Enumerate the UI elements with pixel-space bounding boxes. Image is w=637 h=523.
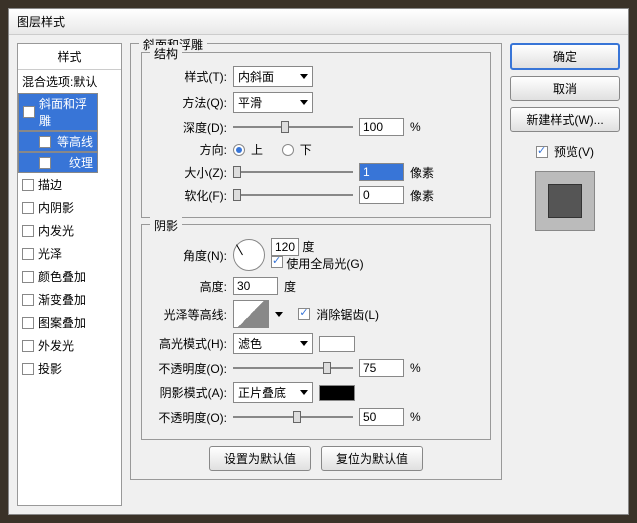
- checkbox-icon[interactable]: [22, 340, 34, 352]
- global-light-checkbox[interactable]: [271, 256, 283, 268]
- checkbox-icon[interactable]: [22, 271, 34, 283]
- style-drop-shadow[interactable]: 投影: [18, 357, 121, 380]
- styles-sidebar: 样式 混合选项:默认 斜面和浮雕 等高线 纹理 描边 内阴影 内发光 光泽 颜色…: [17, 43, 122, 506]
- checkbox-icon[interactable]: [22, 294, 34, 306]
- style-outer-glow[interactable]: 外发光: [18, 334, 121, 357]
- antialias-checkbox[interactable]: [298, 308, 310, 320]
- checkbox-icon[interactable]: [22, 202, 34, 214]
- bevel-panel: 斜面和浮雕 结构 样式(T):内斜面 方法(Q):平滑 深度(D):100% 方…: [130, 43, 502, 480]
- checkbox-icon[interactable]: [39, 157, 51, 169]
- chevron-down-icon[interactable]: [275, 312, 283, 317]
- highlight-opacity-input[interactable]: 75: [359, 359, 404, 377]
- style-contour[interactable]: 等高线: [18, 131, 98, 152]
- checkbox-icon[interactable]: [22, 179, 34, 191]
- make-default-button[interactable]: 设置为默认值: [209, 446, 311, 471]
- style-texture[interactable]: 纹理: [18, 152, 98, 173]
- style-pattern-overlay[interactable]: 图案叠加: [18, 311, 121, 334]
- dialog-title: 图层样式: [9, 9, 628, 35]
- chevron-down-icon: [300, 341, 308, 346]
- reset-default-button[interactable]: 复位为默认值: [321, 446, 423, 471]
- highlight-opacity-slider[interactable]: [233, 360, 353, 376]
- shadow-opacity-slider[interactable]: [233, 409, 353, 425]
- structure-group: 结构 样式(T):内斜面 方法(Q):平滑 深度(D):100% 方向:上 下 …: [141, 52, 491, 218]
- chevron-down-icon: [300, 74, 308, 79]
- new-style-button[interactable]: 新建样式(W)...: [510, 107, 620, 132]
- altitude-input[interactable]: 30: [233, 277, 278, 295]
- preview-swatch: [535, 171, 595, 231]
- depth-slider[interactable]: [233, 119, 353, 135]
- checkbox-icon[interactable]: [39, 136, 51, 148]
- direction-down-radio[interactable]: [282, 144, 294, 156]
- size-input[interactable]: 1: [359, 163, 404, 181]
- checkbox-icon[interactable]: [22, 225, 34, 237]
- cancel-button[interactable]: 取消: [510, 76, 620, 101]
- highlight-mode-select[interactable]: 滤色: [233, 333, 313, 354]
- style-satin[interactable]: 光泽: [18, 242, 121, 265]
- style-gradient-overlay[interactable]: 渐变叠加: [18, 288, 121, 311]
- style-stroke[interactable]: 描边: [18, 173, 121, 196]
- highlight-color[interactable]: [319, 336, 355, 352]
- shadow-mode-select[interactable]: 正片叠底: [233, 382, 313, 403]
- soften-slider[interactable]: [233, 187, 353, 203]
- layer-style-dialog: 图层样式 样式 混合选项:默认 斜面和浮雕 等高线 纹理 描边 内阴影 内发光 …: [8, 8, 629, 515]
- style-bevel[interactable]: 斜面和浮雕: [18, 93, 98, 131]
- shading-group: 阴影 角度(N):120 度 使用全局光(G) 高度:30度 光泽等高线: 消除…: [141, 224, 491, 440]
- angle-dial[interactable]: [233, 239, 265, 271]
- style-color-overlay[interactable]: 颜色叠加: [18, 265, 121, 288]
- gloss-contour[interactable]: [233, 300, 269, 328]
- direction-up-radio[interactable]: [233, 144, 245, 156]
- shadow-opacity-input[interactable]: 50: [359, 408, 404, 426]
- chevron-down-icon: [300, 100, 308, 105]
- style-inner-glow[interactable]: 内发光: [18, 219, 121, 242]
- preview-checkbox[interactable]: [536, 146, 548, 158]
- styles-header: 样式: [18, 44, 121, 70]
- blend-options[interactable]: 混合选项:默认: [18, 70, 121, 93]
- checkbox-icon[interactable]: [22, 248, 34, 260]
- depth-input[interactable]: 100: [359, 118, 404, 136]
- size-slider[interactable]: [233, 164, 353, 180]
- soften-input[interactable]: 0: [359, 186, 404, 204]
- ok-button[interactable]: 确定: [510, 43, 620, 70]
- checkbox-icon[interactable]: [22, 363, 34, 375]
- style-select[interactable]: 内斜面: [233, 66, 313, 87]
- shadow-color[interactable]: [319, 385, 355, 401]
- chevron-down-icon: [300, 390, 308, 395]
- checkbox-icon[interactable]: [22, 317, 34, 329]
- style-inner-shadow[interactable]: 内阴影: [18, 196, 121, 219]
- checkbox-icon[interactable]: [23, 106, 35, 118]
- technique-select[interactable]: 平滑: [233, 92, 313, 113]
